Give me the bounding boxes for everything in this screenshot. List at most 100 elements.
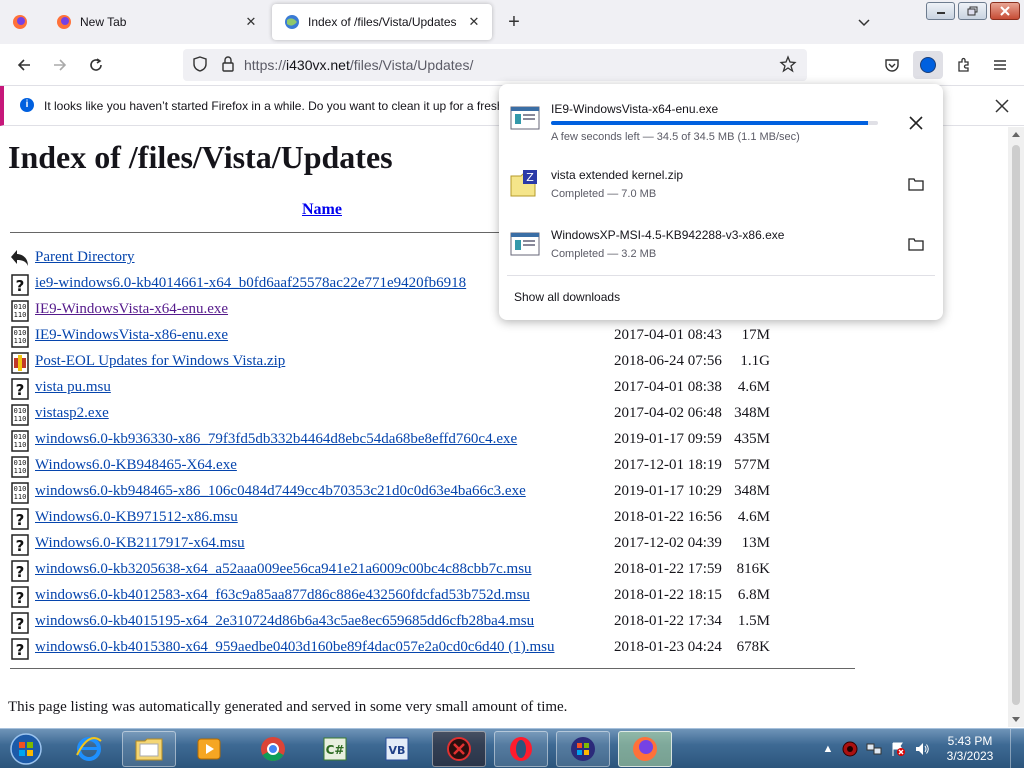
firefox-taskbar-button[interactable] <box>618 731 672 767</box>
firefox-view-button[interactable] <box>0 4 40 40</box>
file-link[interactable]: ie9-windows6.0-kb4014661-x64_b0fd6aaf255… <box>35 275 466 292</box>
file-link[interactable]: windows6.0-kb936330-x86_79f3fd5db332b446… <box>35 431 517 448</box>
back-button[interactable] <box>10 51 38 79</box>
volume-icon[interactable] <box>914 741 930 757</box>
action-center-flag-icon[interactable] <box>890 741 906 757</box>
name-column-header[interactable]: Name <box>302 201 342 219</box>
extensions-button[interactable] <box>950 51 978 79</box>
tool-icon <box>447 737 471 761</box>
svg-text:010: 010 <box>14 433 27 441</box>
list-all-tabs-chevron-icon[interactable] <box>852 10 876 34</box>
table-row: ? windows6.0-kb3205638-x64_a52aaa009ee56c… <box>10 559 810 582</box>
csharp-taskbar-button[interactable]: C# <box>308 731 362 767</box>
close-notification-icon[interactable] <box>992 96 1012 116</box>
file-date: 2017-04-01 08:43 <box>614 327 722 343</box>
table-row: 010 110 Windows6.0-KB948465-X64.exe 2017-12… <box>10 455 810 478</box>
tracking-shield-icon[interactable] <box>191 55 209 76</box>
unknown-file-icon: ? <box>11 638 29 660</box>
clock-time: 5:43 PM <box>947 734 993 748</box>
file-link[interactable]: windows6.0-kb948465-x86_106c0484d7449cc4… <box>35 483 526 500</box>
url-text[interactable]: https://i430vx.net/files/Vista/Updates/ <box>244 57 473 73</box>
url-bar[interactable]: https://i430vx.net/files/Vista/Updates/ <box>183 49 807 81</box>
vb-taskbar-button[interactable]: VB <box>370 731 424 767</box>
new-tab-plus-icon[interactable]: + <box>502 10 526 34</box>
file-link[interactable]: Post-EOL Updates for Windows Vista.zip <box>35 353 285 370</box>
svg-text:110: 110 <box>14 415 27 423</box>
file-link[interactable]: IE9-WindowsVista-x86-enu.exe <box>35 327 228 344</box>
svg-text:110: 110 <box>14 441 27 449</box>
folder-icon[interactable] <box>903 171 929 197</box>
scrollbar-thumb[interactable] <box>1012 145 1020 705</box>
lock-icon[interactable] <box>219 55 237 76</box>
reload-icon <box>90 58 102 71</box>
svg-text:110: 110 <box>14 493 27 501</box>
setup-icon <box>571 737 595 761</box>
reload-button[interactable] <box>82 51 110 79</box>
info-icon: i <box>20 98 34 112</box>
file-link[interactable]: windows6.0-kb4015195-x64_2e310724d86b6a4… <box>35 613 534 630</box>
chrome-taskbar-button[interactable] <box>246 731 300 767</box>
table-row: ? Windows6.0-KB971512-x86.msu 2018-01-22 1… <box>10 507 810 530</box>
close-tab-icon[interactable]: ✕ <box>462 10 486 34</box>
file-link[interactable]: Windows6.0-KB971512-x86.msu <box>35 509 238 526</box>
exe-file-icon <box>510 106 540 130</box>
opera-taskbar-button[interactable] <box>494 731 548 767</box>
file-date: 2018-01-22 18:15 <box>614 587 722 603</box>
page-title: Index of /files/Vista/Updates <box>8 139 393 175</box>
download-item[interactable]: IE9-WindowsVista-x64-enu.exe A few secon… <box>499 88 943 148</box>
pocket-button[interactable] <box>878 51 906 79</box>
tab-new-tab[interactable]: New Tab ✕ <box>44 4 269 40</box>
file-link[interactable]: windows6.0-kb4012583-x64_f63c9a85aa877d8… <box>35 587 530 604</box>
show-all-downloads-button[interactable]: Show all downloads <box>514 290 620 304</box>
file-date: 2018-01-22 17:34 <box>614 613 722 629</box>
folder-icon[interactable] <box>903 231 929 257</box>
window-close-button[interactable] <box>990 2 1020 20</box>
window-restore-button[interactable] <box>958 2 987 20</box>
file-link[interactable]: vistasp2.exe <box>35 405 109 422</box>
window-minimize-button[interactable] <box>926 2 955 20</box>
download-progress-icon <box>920 57 936 73</box>
unknown-file-icon: ? <box>11 586 29 608</box>
download-item[interactable]: Z vista extended kernel.zip Completed — … <box>499 154 943 214</box>
table-row: 010 110 IE9-WindowsVista-x86-enu.exe 2017-0… <box>10 325 810 348</box>
parent-directory-link[interactable]: Parent Directory <box>35 249 135 266</box>
app-menu-button[interactable] <box>986 51 1014 79</box>
show-desktop-button[interactable] <box>1010 729 1024 768</box>
file-explorer-icon <box>135 738 163 761</box>
file-explorer-taskbar-button[interactable] <box>122 731 176 767</box>
table-row: ? windows6.0-kb4015380-x64_959aedbe0403d1… <box>10 637 810 660</box>
file-link[interactable]: IE9-WindowsVista-x64-enu.exe <box>35 301 228 318</box>
cancel-download-icon[interactable] <box>903 110 929 136</box>
download-item[interactable]: WindowsXP-MSI-4.5-KB942288-v3-x86.exe Co… <box>499 214 943 274</box>
binary-file-icon: 010110 <box>11 404 29 426</box>
close-tab-icon[interactable]: ✕ <box>239 10 263 34</box>
vertical-scrollbar[interactable] <box>1008 127 1024 727</box>
downloads-button[interactable] <box>913 51 943 79</box>
show-hidden-icons-icon[interactable]: ▲ <box>820 741 836 757</box>
puzzle-icon <box>958 57 969 72</box>
security-tray-icon[interactable] <box>842 741 858 757</box>
back-arrow-icon <box>17 59 30 71</box>
taskbar: C# VB ▲ 5:43 PM 3/3/2023 <box>0 728 1024 768</box>
tool-taskbar-button[interactable] <box>432 731 486 767</box>
bookmark-star-icon[interactable] <box>779 55 797 76</box>
start-button[interactable] <box>4 729 48 768</box>
file-link[interactable]: Windows6.0-KB2117917-x64.msu <box>35 535 245 552</box>
network-icon[interactable] <box>866 741 882 757</box>
file-link[interactable]: vista pu.msu <box>35 379 111 396</box>
file-link[interactable]: Windows6.0-KB948465-X64.exe <box>35 457 237 474</box>
svg-text:010: 010 <box>14 329 27 337</box>
hamburger-icon <box>994 60 1006 70</box>
media-player-taskbar-button[interactable] <box>182 731 236 767</box>
setup-taskbar-button[interactable] <box>556 731 610 767</box>
svg-text:010: 010 <box>14 303 27 311</box>
svg-text:?: ? <box>16 641 25 659</box>
svg-text:010: 010 <box>14 485 27 493</box>
clock-date: 3/3/2023 <box>946 749 994 763</box>
tab-index-of-updates[interactable]: Index of /files/Vista/Updates ✕ <box>272 4 492 40</box>
file-link[interactable]: windows6.0-kb3205638-x64_a52aaa009ee56ca… <box>35 561 532 578</box>
internet-explorer-taskbar-button[interactable] <box>62 731 116 767</box>
forward-button[interactable] <box>46 51 74 79</box>
taskbar-clock[interactable]: 5:43 PM 3/3/2023 <box>940 734 1000 764</box>
file-link[interactable]: windows6.0-kb4015380-x64_959aedbe0403d16… <box>35 639 554 656</box>
